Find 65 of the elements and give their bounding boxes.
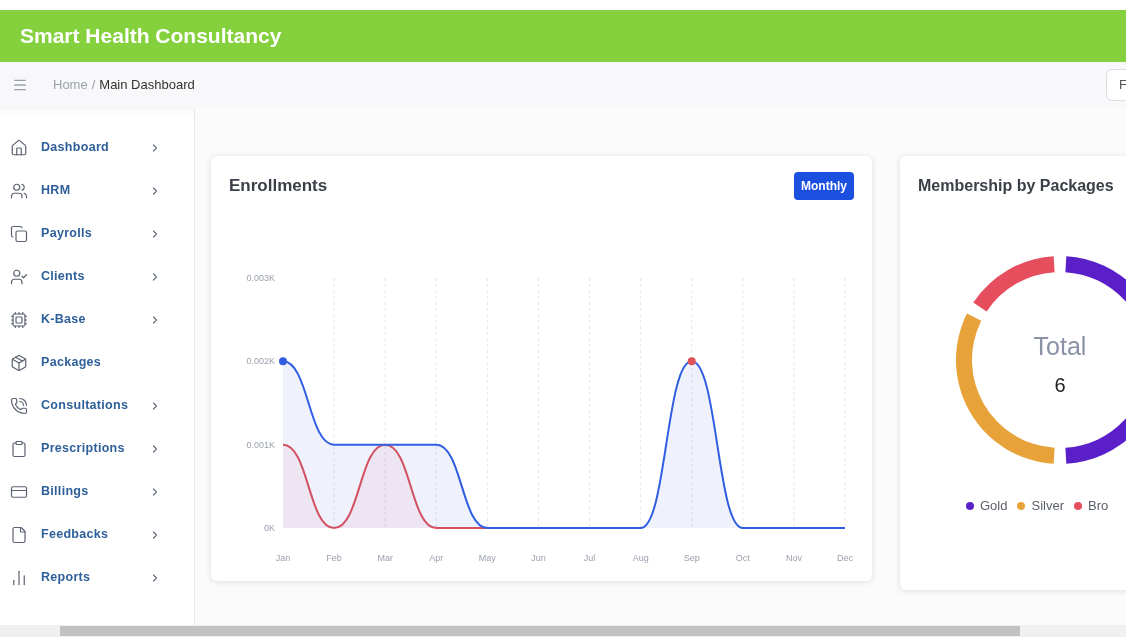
axis-tick-label: Jun xyxy=(531,553,546,563)
user-check-icon xyxy=(10,267,28,286)
menu-icon[interactable] xyxy=(12,77,28,93)
axis-tick-label: May xyxy=(478,553,496,563)
bar-chart-icon xyxy=(10,568,28,587)
clipboard-icon xyxy=(10,439,28,458)
sidebar-label: Prescriptions xyxy=(41,440,126,458)
legend-label: Silver xyxy=(1031,497,1064,515)
sidebar-item[interactable]: Prescriptions xyxy=(0,427,194,470)
sidebar-label: Clients xyxy=(41,268,86,286)
axis-tick-label: Sep xyxy=(683,553,700,563)
sidebar-label: HRM xyxy=(41,182,72,200)
axis-tick-label: Mar xyxy=(377,553,393,563)
sidebar-item[interactable]: Clients xyxy=(0,255,194,298)
sidebar-item[interactable]: Dashboard xyxy=(0,126,194,169)
breadcrumb-current: Main Dashboard xyxy=(99,76,195,95)
axis-tick-label: 0.001K xyxy=(246,439,275,450)
sidebar-item[interactable]: Billings xyxy=(0,470,194,513)
copy-icon xyxy=(10,224,28,243)
header-button[interactable]: F xyxy=(1106,69,1126,101)
sidebar-item[interactable]: Payrolls xyxy=(0,212,194,255)
sidebar-item[interactable]: HRM xyxy=(0,169,194,212)
legend-label: Gold xyxy=(980,497,1008,515)
donut-center-label: Total xyxy=(1033,331,1087,362)
axis-tick-label: Dec xyxy=(837,553,853,563)
sidebar-item[interactable]: Reports xyxy=(0,556,194,599)
scrollbar-thumb[interactable] xyxy=(60,626,1020,636)
card-title: Membership by Packages xyxy=(917,176,1115,196)
horizontal-scrollbar[interactable] xyxy=(0,625,1126,637)
axis-tick-label: 0.003K xyxy=(246,273,275,283)
axis-tick-label: Aug xyxy=(632,553,649,563)
donut-center-value: 6 xyxy=(1054,372,1066,398)
sidebar-label: Reports xyxy=(41,569,92,587)
sidebar-label: Packages xyxy=(41,354,103,372)
app-title: Smart Health Consultancy xyxy=(20,23,282,50)
sidebar-item[interactable]: Packages xyxy=(0,341,194,384)
users-icon xyxy=(10,181,28,200)
sidebar-label: Payrolls xyxy=(41,225,94,243)
sidebar-label: Consultations xyxy=(41,397,130,415)
point-marker xyxy=(279,357,287,366)
sidebar-label: Billings xyxy=(41,483,90,501)
axis-tick-label: Oct xyxy=(735,553,750,563)
sidebar-item[interactable]: Feedbacks xyxy=(0,513,194,556)
axis-tick-label: Jul xyxy=(583,553,596,563)
axis-tick-label: Nov xyxy=(785,553,802,563)
point-marker xyxy=(687,357,696,366)
home-icon xyxy=(10,138,28,157)
sidebar-label: K-Base xyxy=(41,311,87,329)
axis-tick-label: Jan xyxy=(275,553,291,563)
period-button[interactable]: Monthly xyxy=(794,172,854,200)
file-icon xyxy=(10,525,28,544)
axis-tick-label: Feb xyxy=(326,553,342,563)
sidebar-label: Feedbacks xyxy=(41,526,110,544)
chip-icon xyxy=(10,310,28,329)
breadcrumb-separator: / xyxy=(91,76,96,95)
sidebar-item[interactable]: K-Base xyxy=(0,298,194,341)
box-icon xyxy=(10,353,28,372)
axis-tick-label: 0K xyxy=(264,523,275,533)
legend-label: Bro xyxy=(1088,497,1109,515)
sidebar-item[interactable]: Consultations xyxy=(0,384,194,427)
card-title: Enrollments xyxy=(229,175,328,198)
axis-tick-label: Apr xyxy=(429,553,444,563)
axis-tick-label: 0.002K xyxy=(246,356,275,367)
phone-icon xyxy=(10,396,28,415)
sidebar-label: Dashboard xyxy=(41,139,110,157)
